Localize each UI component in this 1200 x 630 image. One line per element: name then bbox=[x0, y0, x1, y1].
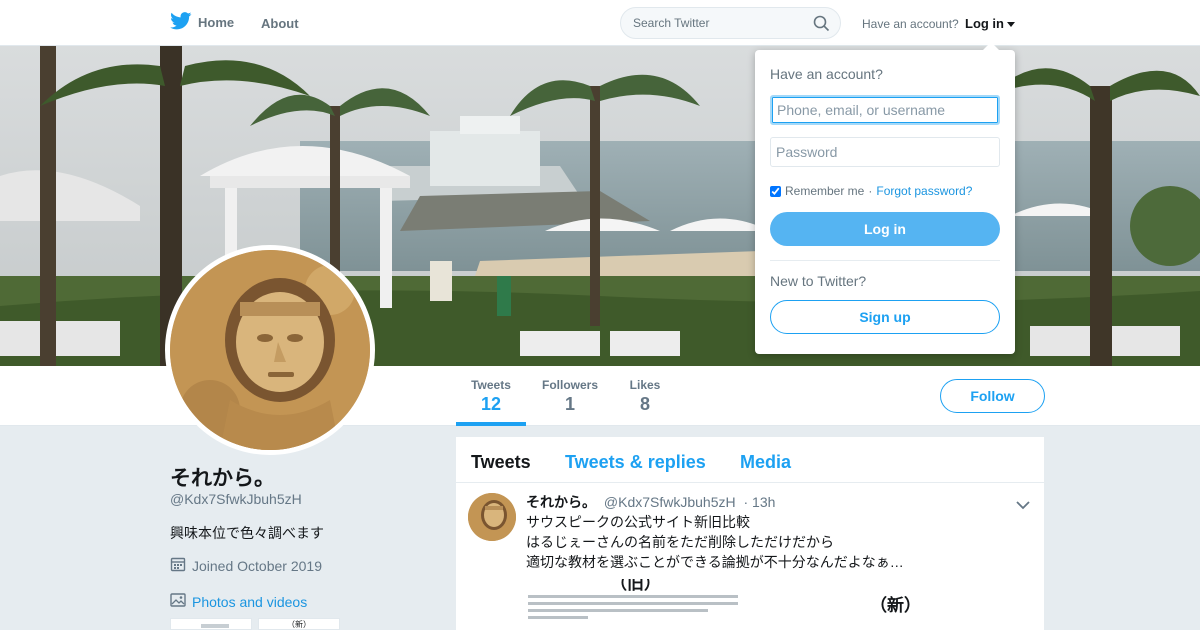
stat-followers[interactable]: Followers 1 bbox=[539, 378, 601, 415]
remember-me-row: Remember me · Forgot password? bbox=[770, 184, 972, 198]
stat-likes-label: Likes bbox=[629, 378, 661, 392]
dropdown-arrow bbox=[983, 42, 999, 50]
timeline: Tweets Tweets & replies Media それから。 @Kdx… bbox=[456, 437, 1044, 630]
tweet-timestamp[interactable]: · 13h bbox=[744, 494, 776, 510]
follow-button[interactable]: Follow bbox=[940, 379, 1045, 413]
media-thumbnail[interactable] bbox=[170, 618, 252, 630]
tweet-text: サウスピークの公式サイト新旧比較 はるじぇーさんの名前をただ削除しただけだから … bbox=[526, 512, 904, 572]
tweet-text-line: はるじぇーさんの名前をただ削除しただけだから bbox=[526, 534, 834, 550]
tab-media[interactable]: Media bbox=[740, 452, 791, 473]
stat-followers-label: Followers bbox=[541, 378, 598, 392]
stat-tweets[interactable]: Tweets 12 bbox=[466, 378, 516, 415]
separator-dot: · bbox=[868, 184, 873, 198]
photos-and-videos-link[interactable]: Photos and videos bbox=[170, 592, 307, 611]
tweet-media-image[interactable]: （旧） （新） bbox=[526, 579, 1044, 630]
profile-joined-label: Joined October 2019 bbox=[192, 557, 322, 574]
thumbnail-image bbox=[201, 624, 229, 628]
username-field[interactable] bbox=[770, 95, 1000, 125]
media-text-line bbox=[528, 595, 738, 598]
timeline-tabs: Tweets Tweets & replies Media bbox=[456, 437, 1044, 483]
profile-joined: Joined October 2019 bbox=[170, 556, 322, 575]
search-icon[interactable] bbox=[813, 15, 830, 37]
stat-likes[interactable]: Likes 8 bbox=[625, 378, 665, 415]
nav-home-label: Home bbox=[198, 15, 235, 30]
have-account-text: Have an account? bbox=[862, 17, 959, 31]
stat-likes-value: 8 bbox=[639, 394, 650, 414]
remember-me-checkbox[interactable] bbox=[770, 185, 781, 197]
media-label-old: （旧） bbox=[610, 579, 661, 593]
profile-avatar[interactable] bbox=[165, 245, 375, 455]
active-stat-underline bbox=[456, 422, 526, 426]
tweet-text-line: 適切な教材を選ぶことができる論拠が不十分なんだよなぁ… bbox=[526, 554, 904, 570]
calendar-icon bbox=[170, 556, 186, 575]
dropdown-divider bbox=[770, 260, 1000, 261]
nav-about-link[interactable]: About bbox=[261, 16, 299, 31]
profile-bio: 興味本位で色々調べます bbox=[170, 525, 324, 541]
profile-name: それから。 bbox=[170, 467, 275, 490]
stat-followers-value: 1 bbox=[564, 394, 575, 414]
caret-down-icon bbox=[1007, 22, 1015, 28]
stone-carving-thumbnail bbox=[468, 493, 516, 541]
media-text-block-old bbox=[528, 595, 738, 619]
photo-icon bbox=[170, 592, 186, 611]
media-thumbnail[interactable]: （新） bbox=[258, 618, 340, 630]
tweet-author-handle[interactable]: @Kdx7SfwkJbuh5zH bbox=[604, 494, 736, 510]
tweet-text-line: サウスピークの公式サイト新旧比較 bbox=[526, 514, 750, 530]
tweet-header: それから。 @Kdx7SfwkJbuh5zH · 13h bbox=[526, 492, 775, 512]
tweet-avatar[interactable] bbox=[468, 493, 516, 541]
stat-tweets-value: 12 bbox=[480, 394, 502, 414]
search-input[interactable] bbox=[621, 8, 801, 38]
tab-tweets[interactable]: Tweets bbox=[471, 452, 531, 473]
new-to-twitter-text: New to Twitter? bbox=[770, 273, 867, 289]
stone-carving-photo bbox=[170, 250, 370, 450]
media-label-new: （新） bbox=[870, 596, 921, 615]
remember-me-label[interactable]: Remember me bbox=[785, 184, 864, 198]
login-toggle-label: Log in bbox=[965, 16, 1004, 31]
login-dropdown: Have an account? Remember me · Forgot pa… bbox=[755, 42, 1015, 354]
media-text-line bbox=[528, 616, 588, 619]
nav-home-link[interactable]: Home bbox=[170, 12, 234, 33]
signup-button[interactable]: Sign up bbox=[770, 300, 1000, 334]
photos-and-videos-label: Photos and videos bbox=[192, 593, 308, 610]
twitter-bird-icon bbox=[170, 12, 192, 33]
chevron-down-icon[interactable] bbox=[1016, 497, 1030, 515]
top-navigation-bar: Home About Have an account? Log in bbox=[0, 0, 1200, 46]
stat-tweets-label: Tweets bbox=[471, 378, 511, 392]
login-dropdown-title: Have an account? bbox=[770, 66, 883, 82]
profile-handle[interactable]: @Kdx7SfwkJbuh5zH bbox=[170, 491, 302, 507]
media-text-line bbox=[528, 602, 738, 605]
tweet-author-name[interactable]: それから。 bbox=[526, 494, 596, 510]
password-field[interactable] bbox=[770, 137, 1000, 167]
tweet-item[interactable]: それから。 @Kdx7SfwkJbuh5zH · 13h サウスピークの公式サイ… bbox=[456, 483, 1044, 630]
tab-tweets-replies[interactable]: Tweets & replies bbox=[565, 452, 706, 473]
login-dropdown-toggle[interactable]: Log in bbox=[965, 16, 1015, 31]
forgot-password-link[interactable]: Forgot password? bbox=[876, 184, 972, 198]
login-button[interactable]: Log in bbox=[770, 212, 1000, 246]
media-text-line bbox=[528, 609, 708, 612]
search-box bbox=[620, 7, 841, 39]
